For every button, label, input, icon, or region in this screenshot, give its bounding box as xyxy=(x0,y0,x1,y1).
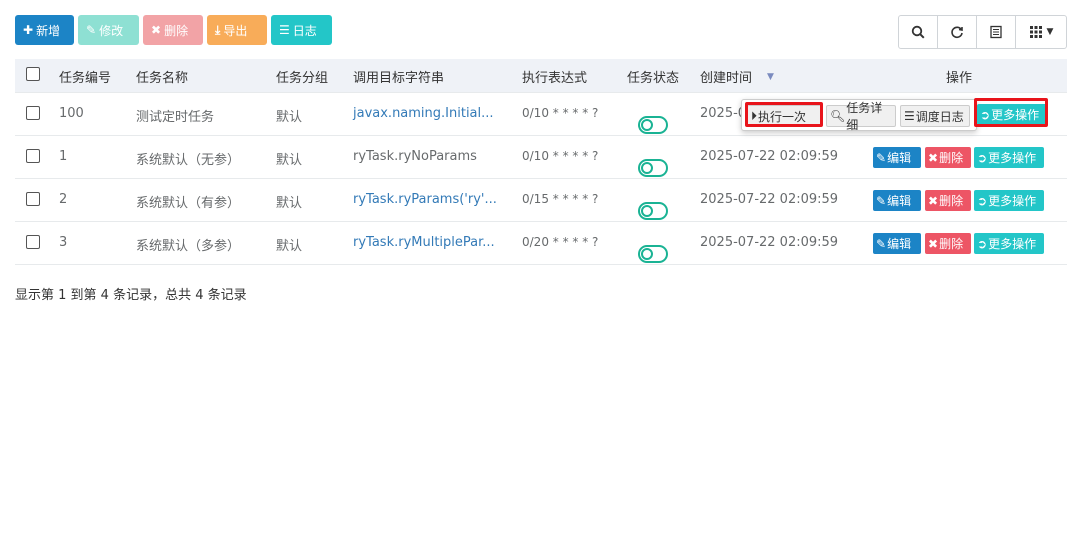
job-id: 2 xyxy=(59,192,68,207)
remove-icon: ✖ xyxy=(928,150,939,165)
job-group: 默认 xyxy=(276,196,303,211)
job-name: 系统默认（有参） xyxy=(136,196,241,211)
grid-icon xyxy=(1029,26,1042,38)
header-actions: 操作 xyxy=(946,71,973,86)
header-job-name[interactable]: 任务名称 xyxy=(136,67,188,86)
columns-toggle-button[interactable] xyxy=(977,16,1016,48)
header-job-group[interactable]: 任务分组 xyxy=(276,67,328,86)
cron-expression: 0/10 * * * * ? xyxy=(522,106,599,120)
invoke-target-link[interactable]: ryTask.ryParams('ry'... xyxy=(353,192,497,207)
create-time: 2025-07-22 02:09:59 xyxy=(700,235,839,250)
caret-down-icon: ▼ xyxy=(1046,27,1054,37)
edit-icon: ✎ xyxy=(86,23,97,37)
row-delete-button[interactable]: ✖ 删除 xyxy=(925,190,971,211)
list-icon: ☰ xyxy=(904,109,915,123)
invoke-target-link[interactable]: ryTask.ryMultiplePar... xyxy=(353,235,495,250)
download-icon: ⤓ xyxy=(215,22,221,37)
create-time: 2025-07-22 02:09:59 xyxy=(700,149,839,164)
table-row: 3 系统默认（多参） 默认 ryTask.ryMultiplePar... 0/… xyxy=(15,222,1067,265)
job-name: 系统默认（多参） xyxy=(136,239,241,254)
edit-icon: ✎ xyxy=(876,150,887,165)
table-header: 任务编号 任务名称 任务分组 调用目标字符串 执行表达式 任务状态 创建时间 ▼… xyxy=(15,59,1067,93)
status-toggle[interactable] xyxy=(638,202,668,220)
header-status[interactable]: 任务状态 xyxy=(627,67,679,86)
row-checkbox[interactable] xyxy=(26,106,40,120)
select-all-checkbox[interactable] xyxy=(26,67,40,81)
invoke-target: ryTask.ryNoParams xyxy=(353,149,477,164)
header-cron[interactable]: 执行表达式 xyxy=(522,67,587,86)
row-edit-button[interactable]: ✎ 编辑 xyxy=(873,147,921,168)
invoke-target-link[interactable]: javax.naming.Initial... xyxy=(353,106,494,121)
create-time: 2025-0 xyxy=(700,106,747,121)
refresh-icon xyxy=(951,26,963,39)
edit-button[interactable]: ✎ 修改 xyxy=(78,15,139,45)
search-toggle-button[interactable] xyxy=(899,16,938,48)
edit-icon: ✎ xyxy=(876,236,887,251)
row-edit-button[interactable]: ✎ 编辑 xyxy=(873,233,921,254)
row-more-button[interactable]: ➲ 更多操作 xyxy=(974,233,1044,254)
job-name: 测试定时任务 xyxy=(136,110,215,125)
remove-icon: ✖ xyxy=(928,193,939,208)
row-checkbox[interactable] xyxy=(26,192,40,206)
status-toggle[interactable] xyxy=(638,116,668,134)
export-button[interactable]: ⤓ 导出 xyxy=(207,15,267,45)
job-name: 系统默认（无参） xyxy=(136,153,241,168)
pagination-info: 显示第 1 到第 4 条记录，总共 4 条记录 xyxy=(15,288,247,303)
search-icon: 🔍︎ xyxy=(830,109,846,123)
remove-icon: ✖ xyxy=(928,236,939,251)
toolbar: ✚ 新增 ✎ 修改 ✖ 删除 ⤓ 导出 ☰ 日志 xyxy=(15,15,332,45)
job-table: 任务编号 任务名称 任务分组 调用目标字符串 执行表达式 任务状态 创建时间 ▼… xyxy=(15,59,1067,265)
job-id: 3 xyxy=(59,235,68,250)
status-toggle[interactable] xyxy=(638,245,668,263)
header-invoke-target[interactable]: 调用目标字符串 xyxy=(353,67,444,86)
status-toggle[interactable] xyxy=(638,159,668,177)
more-actions-highlight xyxy=(974,98,1048,127)
run-once-highlight xyxy=(745,102,823,127)
list-view-icon xyxy=(990,25,1002,39)
job-group: 默认 xyxy=(276,110,303,125)
delete-button[interactable]: ✖ 删除 xyxy=(143,15,203,45)
row-more-button[interactable]: ➲ 更多操作 xyxy=(974,190,1044,211)
plus-icon: ✚ xyxy=(23,23,34,37)
job-detail-button[interactable]: 🔍︎ 任务详细 xyxy=(826,101,896,132)
header-create-time[interactable]: 创建时间 xyxy=(700,67,752,86)
chevron-circle-icon: ➲ xyxy=(977,150,988,165)
row-delete-button[interactable]: ✖ 删除 xyxy=(925,233,971,254)
table-row: 1 系统默认（无参） 默认 ryTask.ryNoParams 0/10 * *… xyxy=(15,136,1067,179)
search-icon xyxy=(911,25,925,39)
schedule-log-button[interactable]: ☰ 调度日志 xyxy=(900,105,970,127)
list-icon: ☰ xyxy=(279,23,290,37)
table-tools: ▼ xyxy=(898,15,1067,49)
column-picker-button[interactable]: ▼ xyxy=(1016,16,1066,48)
row-more-button[interactable]: ➲ 更多操作 xyxy=(974,147,1044,168)
remove-icon: ✖ xyxy=(151,23,162,37)
header-job-id[interactable]: 任务编号 xyxy=(59,67,111,86)
cron-expression: 0/20 * * * * ? xyxy=(522,235,599,249)
row-checkbox[interactable] xyxy=(26,235,40,249)
sort-desc-icon[interactable]: ▼ xyxy=(767,72,774,82)
job-id: 100 xyxy=(59,106,84,121)
row-checkbox[interactable] xyxy=(26,149,40,163)
create-time: 2025-07-22 02:09:59 xyxy=(700,192,839,207)
chevron-circle-icon: ➲ xyxy=(977,236,988,251)
log-button[interactable]: ☰ 日志 xyxy=(271,15,332,45)
cron-expression: 0/10 * * * * ? xyxy=(522,149,599,163)
row-delete-button[interactable]: ✖ 删除 xyxy=(925,147,971,168)
edit-icon: ✎ xyxy=(876,193,887,208)
cron-expression: 0/15 * * * * ? xyxy=(522,192,599,206)
job-group: 默认 xyxy=(276,239,303,254)
chevron-circle-icon: ➲ xyxy=(977,193,988,208)
job-group: 默认 xyxy=(276,153,303,168)
row-edit-button[interactable]: ✎ 编辑 xyxy=(873,190,921,211)
add-button[interactable]: ✚ 新增 xyxy=(15,15,74,45)
refresh-button[interactable] xyxy=(938,16,977,48)
job-id: 1 xyxy=(59,149,68,164)
table-row: 2 系统默认（有参） 默认 ryTask.ryParams('ry'... 0/… xyxy=(15,179,1067,222)
